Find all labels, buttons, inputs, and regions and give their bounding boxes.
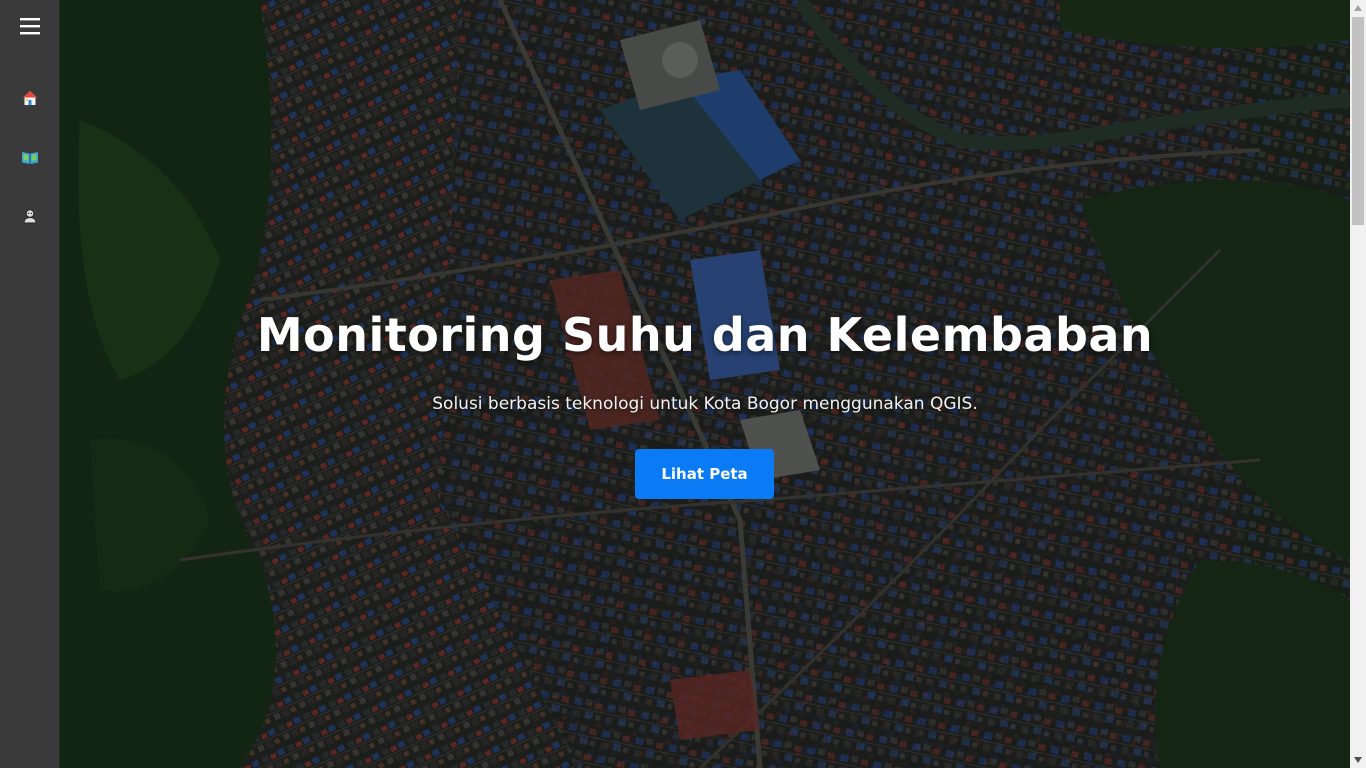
scroll-down-arrow-icon[interactable] bbox=[1350, 752, 1366, 768]
scroll-up-arrow-icon[interactable] bbox=[1350, 0, 1366, 16]
view-map-button[interactable]: Lihat Peta bbox=[635, 449, 774, 499]
user-icon bbox=[22, 208, 38, 228]
sidebar-item-map[interactable] bbox=[0, 139, 60, 179]
page-title: Monitoring Suhu dan Kelembaban bbox=[256, 308, 1154, 362]
sidebar-item-home[interactable] bbox=[0, 80, 60, 120]
hamburger-menu-icon bbox=[20, 17, 40, 39]
hero-content: Monitoring Suhu dan Kelembaban Solusi be… bbox=[60, 0, 1350, 768]
menu-toggle-button[interactable] bbox=[0, 8, 60, 48]
sidebar bbox=[0, 0, 60, 768]
hero-section: Monitoring Suhu dan Kelembaban Solusi be… bbox=[60, 0, 1350, 768]
home-icon bbox=[22, 90, 38, 110]
sidebar-item-user[interactable] bbox=[0, 198, 60, 238]
hero-subtitle: Solusi berbasis teknologi untuk Kota Bog… bbox=[432, 394, 978, 414]
page: Monitoring Suhu dan Kelembaban Solusi be… bbox=[0, 0, 1366, 768]
map-book-icon bbox=[21, 149, 39, 169]
scrollbar-thumb[interactable] bbox=[1352, 17, 1364, 225]
vertical-scrollbar[interactable] bbox=[1350, 0, 1366, 768]
